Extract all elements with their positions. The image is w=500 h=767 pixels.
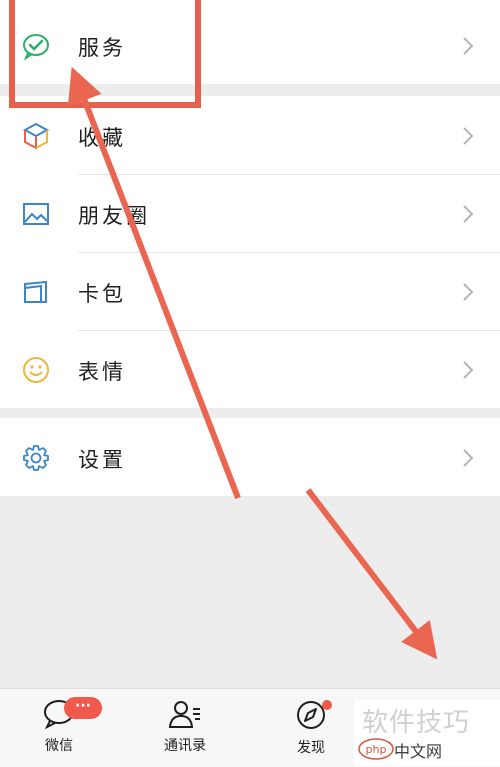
menu-item-favorites[interactable]: 收藏 bbox=[0, 96, 500, 174]
cube-icon bbox=[22, 122, 50, 150]
chevron-right-icon bbox=[462, 448, 474, 468]
picture-icon bbox=[22, 200, 50, 228]
php-logo-icon: php bbox=[358, 738, 394, 760]
tab-label-chats: 微信 bbox=[45, 738, 73, 754]
menu-label-moments: 朋友圈 bbox=[78, 204, 150, 228]
menu-label-stickers: 表情 bbox=[78, 360, 126, 384]
chevron-right-icon bbox=[462, 126, 474, 146]
svg-text:php: php bbox=[366, 743, 387, 756]
menu-item-services[interactable]: 服务 bbox=[0, 6, 500, 84]
menu-item-stickers[interactable]: 表情 bbox=[0, 330, 500, 408]
smiley-icon bbox=[22, 356, 50, 384]
chevron-right-icon bbox=[462, 360, 474, 380]
services-group: 服务 bbox=[0, 0, 500, 84]
gear-icon bbox=[22, 444, 50, 472]
tab-label-contacts: 通讯录 bbox=[164, 738, 206, 754]
settings-group: 设置 bbox=[0, 418, 500, 496]
menu-label-services: 服务 bbox=[78, 36, 126, 60]
tab-discover[interactable]: 发现 bbox=[266, 695, 356, 761]
menu-label-favorites: 收藏 bbox=[78, 126, 126, 150]
menu-label-settings: 设置 bbox=[78, 448, 126, 472]
tab-chats[interactable]: ··· 微信 bbox=[14, 695, 104, 761]
card-wallet-icon bbox=[22, 278, 50, 306]
watermark-text: 软件技巧 bbox=[362, 708, 471, 738]
chevron-right-icon bbox=[462, 204, 474, 224]
watermark: 软件技巧 php 中文网 bbox=[354, 700, 500, 766]
menu-item-moments[interactable]: 朋友圈 bbox=[0, 174, 500, 252]
tab-label-discover: 发现 bbox=[297, 740, 325, 756]
notification-dot bbox=[322, 700, 332, 710]
menu-item-cards[interactable]: 卡包 bbox=[0, 252, 500, 330]
arrow-down-to-corner bbox=[305, 488, 438, 660]
menu-item-settings[interactable]: 设置 bbox=[0, 418, 500, 496]
chevron-right-icon bbox=[462, 282, 474, 302]
contacts-person-icon bbox=[168, 701, 200, 728]
menu-label-cards: 卡包 bbox=[78, 282, 126, 306]
watermark-site-text: 中文网 bbox=[394, 742, 443, 761]
unread-badge: ··· bbox=[64, 697, 102, 719]
features-group: 收藏 朋友圈 卡包 表情 bbox=[0, 96, 500, 408]
service-check-icon bbox=[22, 32, 50, 61]
tab-contacts[interactable]: 通讯录 bbox=[140, 695, 230, 761]
chevron-right-icon bbox=[462, 36, 474, 56]
